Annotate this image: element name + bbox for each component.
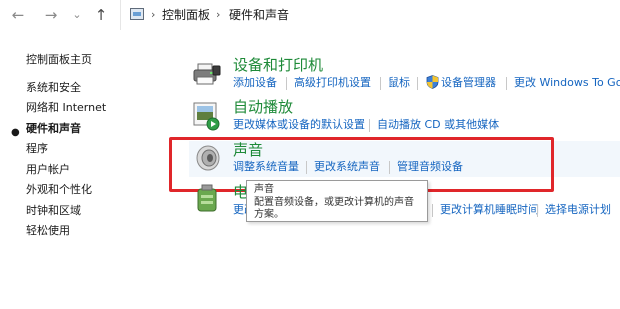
link-divider	[286, 77, 287, 90]
sidebar-item-control-panel-home[interactable]: 控制面板主页	[26, 53, 92, 67]
sidebar-item-appearance-and-personalization[interactable]: 外观和个性化	[26, 183, 92, 197]
control-panel-icon	[130, 8, 144, 20]
link-divider	[380, 77, 381, 90]
sidebar-item-programs[interactable]: 程序	[26, 142, 48, 156]
sidebar-item-system-and-security[interactable]: 系统和安全	[26, 81, 81, 95]
sidebar-item-ease-of-access[interactable]: 轻松使用	[26, 224, 70, 238]
change-media-defaults-link[interactable]: 更改媒体或设备的默认设置	[233, 118, 365, 132]
link-divider	[506, 77, 507, 90]
breadcrumb-hardware-and-sound[interactable]: 硬件和声音	[229, 7, 289, 23]
sidebar-item-clock-and-region[interactable]: 时钟和区域	[26, 204, 81, 218]
sound-tooltip: 声音 配置音频设备，或更改计算机的声音 方案。	[246, 180, 428, 222]
up-button[interactable]: ↑	[92, 6, 110, 24]
breadcrumb-arrow-icon: ›	[216, 8, 221, 21]
change-windows-to-go-link[interactable]: 更改 Windows To Go	[514, 76, 620, 90]
choose-power-plan-link[interactable]: 选择电源计划	[545, 203, 611, 217]
back-button[interactable]: ←	[9, 6, 27, 24]
power-options-icon	[197, 184, 217, 212]
autoplay-cd-link[interactable]: 自动播放 CD 或其他媒体	[377, 118, 499, 132]
tooltip-description-line2: 方案。	[254, 209, 284, 220]
sidebar-item-hardware-and-sound: 硬件和声音	[26, 122, 81, 135]
current-section-bullet-icon: ●	[11, 127, 20, 138]
sidebar-item-user-accounts[interactable]: 用户帐户	[26, 163, 70, 177]
device-manager-link[interactable]: 设备管理器	[441, 76, 496, 90]
breadcrumb-arrow-icon: ›	[151, 8, 156, 21]
link-divider	[369, 119, 370, 132]
link-divider	[537, 204, 538, 217]
address-bar-divider	[120, 0, 121, 30]
add-device-link[interactable]: 添加设备	[233, 76, 277, 90]
tooltip-title: 声音	[254, 184, 274, 195]
devices-and-printers-title[interactable]: 设备和打印机	[233, 56, 323, 74]
autoplay-icon	[193, 102, 220, 131]
printer-icon	[193, 63, 221, 85]
mouse-link[interactable]: 鼠标	[388, 76, 410, 90]
link-divider	[417, 77, 418, 90]
recent-locations-dropdown[interactable]: ⌄	[68, 6, 86, 24]
forward-button[interactable]: →	[42, 6, 60, 24]
breadcrumb-control-panel[interactable]: 控制面板	[162, 7, 210, 23]
sidebar-item-network-and-internet[interactable]: 网络和 Internet	[26, 101, 106, 115]
link-divider	[432, 204, 433, 217]
autoplay-title[interactable]: 自动播放	[233, 98, 293, 116]
shield-icon	[426, 75, 439, 89]
change-sleep-time-link[interactable]: 更改计算机睡眠时间	[440, 203, 539, 217]
advanced-printer-setup-link[interactable]: 高级打印机设置	[294, 76, 371, 90]
